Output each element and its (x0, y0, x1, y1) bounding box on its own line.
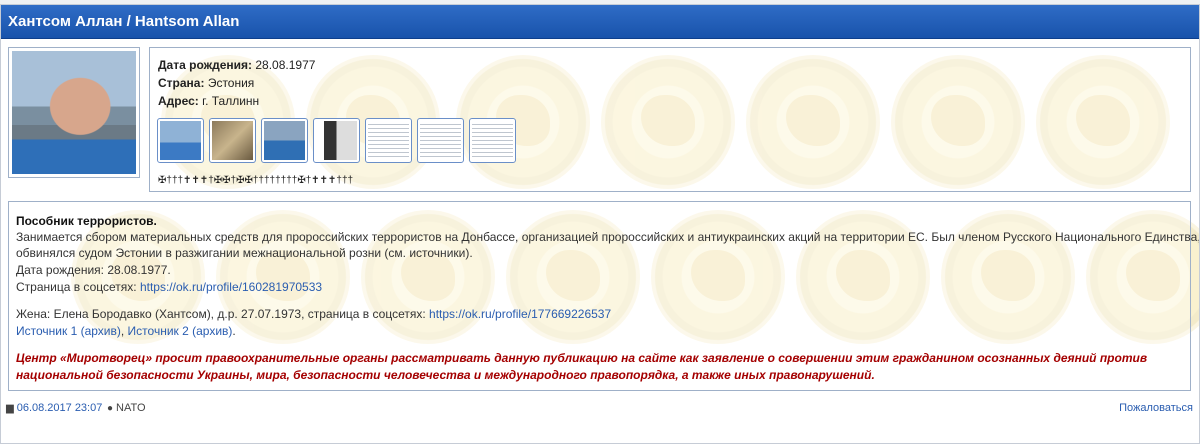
user-icon: ● (107, 403, 114, 414)
sources-row: Источник 1 (архив), Источник 2 (архив). (16, 324, 236, 338)
thumbnail-document-1[interactable] (365, 118, 412, 163)
info-box: Дата рождения: 28.08.1977 Страна: Эстони… (149, 47, 1191, 192)
thumbnail-document-3[interactable] (469, 118, 516, 163)
thumbnail-photo-2[interactable] (209, 118, 256, 163)
sources-separator: , (120, 324, 125, 338)
profile-panel: Хантсом Аллан / Hantsom Allan Дата рожде… (0, 4, 1200, 444)
thumbnail-photo-3[interactable] (261, 118, 308, 163)
profile-header: Хантсом Аллан / Hantsom Allan (1, 5, 1199, 39)
source-1-link[interactable]: Источник 1 (архив) (16, 324, 121, 338)
thumbnail-document-2[interactable] (417, 118, 464, 163)
warning-line-2: национальной безопасности Украины, мира,… (16, 368, 875, 382)
address-label: Адрес: (158, 94, 199, 108)
birth-value: 28.08.1977 (255, 58, 316, 72)
calendar-icon: ▆ (6, 403, 14, 414)
description-heading: Пособник террористов. (16, 214, 157, 228)
social-link[interactable]: https://ok.ru/profile/160281970533 (140, 280, 322, 294)
birth-label: Дата рождения: (158, 58, 253, 72)
country-row: Страна: Эстония (158, 76, 254, 90)
profile-photo-image (12, 51, 136, 174)
description-birth: Дата рождения: 28.08.1977. (16, 263, 171, 277)
wife-row: Жена: Елена Бородавко (Хантсом), д.р. 27… (16, 307, 611, 321)
wife-social-link[interactable]: https://ok.ru/profile/177669226537 (429, 307, 611, 321)
address-value: г. Таллинн (202, 94, 260, 108)
country-value: Эстония (207, 76, 255, 90)
profile-photo[interactable] (8, 47, 140, 178)
social-label: Страница в соцсетях: (16, 280, 137, 294)
thumbnail-gallery (157, 118, 516, 163)
post-author: ● NATO (107, 402, 146, 414)
social-row: Страница в соцсетях: https://ok.ru/profi… (16, 280, 322, 294)
birth-row: Дата рождения: 28.08.1977 (158, 58, 315, 72)
post-footer: ▆ 06.08.2017 23:07 ● NATO Пожаловаться (1, 402, 1199, 414)
warning-line-1: Центр «Миротворец» просит правоохранител… (16, 351, 1148, 365)
address-row: Адрес: г. Таллинн (158, 94, 259, 108)
profile-title: Хантсом Аллан / Hantsom Allan (8, 13, 240, 30)
wife-text: Жена: Елена Бородавко (Хантсом), д.р. 27… (16, 307, 426, 321)
description-line-2: обвинялся судом Эстонии в разжигании меж… (16, 246, 473, 260)
description-line-1: Занимается сбором материальных средств д… (16, 230, 1200, 244)
thumbnail-photo-4[interactable] (313, 118, 360, 163)
post-date: ▆ 06.08.2017 23:07 (6, 402, 103, 414)
cross-icons: ✠†††✝✝✝†✠✠†✠✠††††††††✠†✝✝✝††† (158, 175, 354, 186)
sources-end: . (232, 324, 236, 338)
thumbnail-photo-1[interactable] (157, 118, 204, 163)
description-box: Пособник террористов. Занимается сбором … (8, 201, 1199, 391)
complain-link[interactable]: Пожаловаться (1119, 402, 1193, 414)
country-label: Страна: (158, 76, 205, 90)
source-2-link[interactable]: Источник 2 (архив) (128, 324, 233, 338)
